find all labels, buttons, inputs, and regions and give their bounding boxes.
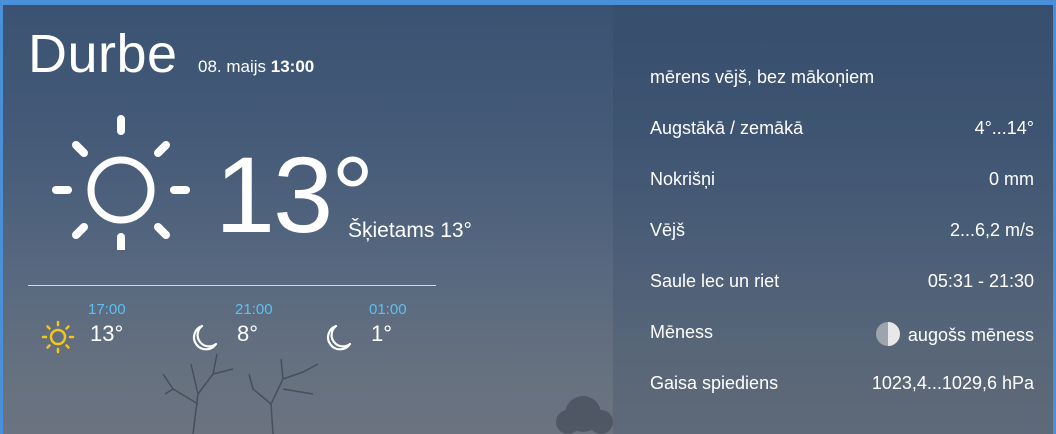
date-label: 08. maijs [198, 57, 267, 76]
detail-label: Nokrišņi [650, 169, 716, 189]
feels-like: Šķietams 13° [348, 219, 472, 242]
details-panel: mērens vējš, bez mākoņiem Augstākā / zem… [613, 5, 1053, 434]
forecast-time: 17:00 [88, 301, 126, 318]
date-time: 08. maijs 13:00 [198, 57, 314, 77]
detail-value: 1023,4...1029,6 hPa [871, 373, 1034, 393]
detail-label: Augstākā / zemākā [650, 118, 804, 138]
detail-label: Mēness [650, 322, 714, 342]
sun-icon [52, 115, 190, 250]
forecast-item: 17:00 13° [36, 301, 186, 361]
forecast-temperature: 1° [371, 321, 393, 346]
sun-icon [41, 320, 75, 354]
city-name: Durbe [28, 24, 178, 84]
moon-phase-icon [875, 322, 900, 346]
time-label: 13:00 [270, 57, 315, 76]
detail-value: augošs mēness [907, 325, 1034, 345]
detail-value: 05:31 - 21:30 [927, 271, 1034, 291]
detail-label: Saule lec un riet [650, 271, 780, 291]
detail-value: 2...6,2 m/s [949, 220, 1034, 240]
moon-icon [192, 324, 218, 351]
detail-value: 0 mm [989, 169, 1034, 189]
divider [28, 285, 436, 286]
current-weather-panel: Durbe 08. maijs 13:00 13° Šķietams 13° 1… [3, 5, 613, 434]
moon-icon [326, 324, 352, 351]
detail-row-high-low: Augstākā / zemākā 4°...14° [650, 118, 1034, 142]
detail-row-pressure: Gaisa spiediens 1023,4...1029,6 hPa [650, 373, 1034, 397]
detail-value: 4°...14° [974, 118, 1034, 138]
forecast-time: 21:00 [235, 301, 273, 318]
forecast-item: 21:00 8° [183, 301, 333, 361]
detail-row-precipitation: Nokrišņi 0 mm [650, 169, 1034, 193]
detail-value-wrapper: augošs mēness [875, 322, 1034, 346]
forecast-temperature: 8° [237, 321, 259, 346]
detail-row-wind: Vējš 2...6,2 m/s [650, 220, 1034, 244]
weather-condition: mērens vējš, bez mākoņiem [650, 67, 875, 87]
forecast-item: 01:00 1° [317, 301, 467, 361]
detail-label: Gaisa spiediens [650, 373, 779, 393]
forecast-time: 01:00 [369, 301, 407, 318]
detail-row-moon: Mēness augošs mēness [650, 322, 1034, 346]
tree-silhouette-background-right [556, 396, 613, 434]
weather-widget: Durbe 08. maijs 13:00 13° Šķietams 13° 1… [0, 0, 1056, 434]
detail-row-sunrise-sunset: Saule lec un riet 05:31 - 21:30 [650, 271, 1034, 295]
detail-label: Vējš [650, 220, 686, 240]
forecast-temperature: 13° [90, 321, 124, 346]
